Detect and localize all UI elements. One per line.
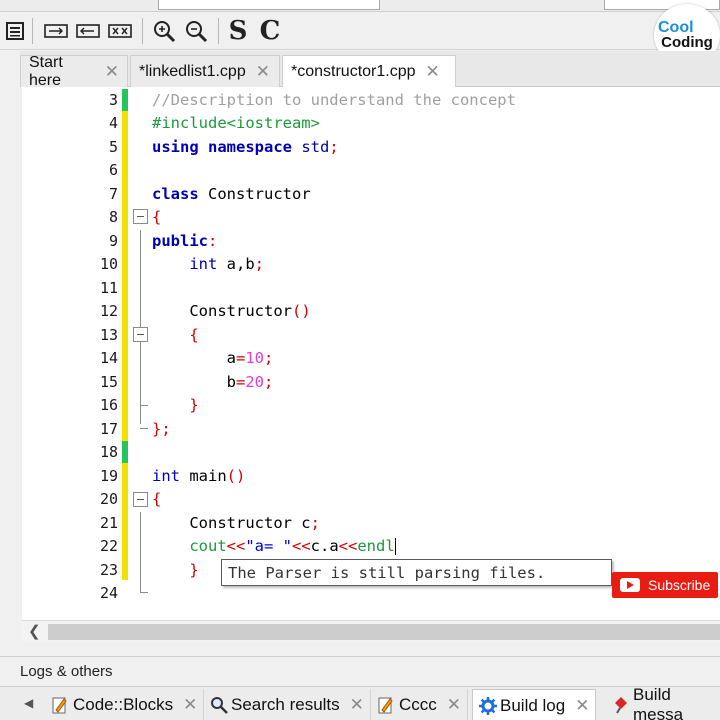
code-line-7: class Constructor [152,185,311,203]
unsaved-change-marker [122,463,128,580]
zoom-out-icon[interactable] [182,17,210,45]
fold-toggle-icon[interactable] [133,327,148,342]
logs-panel-title: Logs & others [0,656,720,684]
code-line-9: public: [152,232,218,250]
line-number: 19 [99,467,118,485]
line-number: 4 [108,114,118,132]
select-block-icon[interactable] [42,17,70,45]
editor-tab-bar: Start here ✕ *linkedlist1.cpp ✕ *constru… [20,51,720,89]
subscribe-label: Subscribe [648,577,711,593]
tab-search-results[interactable]: Search results ✕ [204,689,371,720]
tab-cccc[interactable]: Cccc ✕ [372,689,469,720]
select-left-icon[interactable] [74,17,102,45]
tab-build-log[interactable]: Build log ✕ [472,689,597,720]
saved-change-marker [122,89,128,111]
line-number: 23 [99,561,118,579]
line-number: 22 [99,537,118,555]
code-line-10: int a,b; [189,255,264,273]
close-icon[interactable]: ✕ [426,62,440,82]
line-number: 8 [108,208,118,226]
zoom-in-icon[interactable] [150,17,178,45]
select-both-icon[interactable] [106,17,134,45]
tab-constructor1[interactable]: *constructor1.cpp ✕ [282,55,456,88]
scroll-left-icon[interactable]: ❮ [28,622,41,640]
scrollbar-thumb[interactable] [48,624,720,640]
fold-toggle-icon[interactable] [133,492,148,507]
line-number: 9 [108,232,118,250]
gear-icon [479,696,497,715]
code-line-13: { [189,326,199,344]
toolbar-s-button[interactable]: S [226,16,250,46]
line-number: 18 [99,443,118,461]
close-icon[interactable]: ✕ [256,62,270,82]
youtube-play-icon [620,578,640,592]
code-line-12: Constructor() [189,302,311,320]
code-line-20: { [152,490,162,508]
toolbar: S C [0,12,720,50]
line-number: 21 [99,514,118,532]
line-number: 14 [99,349,118,367]
code-line-4: #include<iostream> [152,114,320,132]
close-icon[interactable]: ✕ [447,695,461,715]
line-number: 12 [99,302,118,320]
line-number: 5 [108,138,118,156]
line-number: 24 [99,584,118,602]
logo-line-2: Coding [661,34,713,51]
window-icon[interactable] [4,17,26,45]
code-line-8: { [152,208,162,226]
line-number: 17 [99,420,118,438]
close-icon[interactable]: ✕ [350,695,364,715]
code-line-15: b=20; [226,373,274,391]
line-number: 11 [99,279,118,297]
code-line-21: Constructor c; [189,514,320,532]
search-icon [210,696,228,714]
tab-label: Start here [29,53,63,89]
pencil-note-icon [378,696,394,714]
top-toolbar-strip [0,0,720,12]
line-number: 20 [99,490,118,508]
tab-start-here[interactable]: Start here ✕ [20,53,128,89]
line-number: 13 [99,326,118,344]
subscribe-button[interactable]: Subscribe [612,572,718,598]
left-panel-strip [0,51,20,651]
close-icon[interactable]: ✕ [183,695,197,715]
logo-line-1: Cool [658,19,694,36]
parser-status-tooltip: The Parser is still parsing files. [221,559,612,586]
code-line-19: int main() [152,467,246,485]
tab-label: *linkedlist1.cpp [139,62,246,80]
bottom-tab-bar: ◀ Code::Blocks ✕ Search results ✕ Cccc ✕… [0,685,720,720]
tab-label: *constructor1.cpp [291,63,416,80]
code-line-22: cout<<"a= "<<c.a<<endl [189,537,396,555]
code-line-17: }; [152,420,171,438]
saved-change-marker [122,441,128,463]
line-number: 15 [99,373,118,391]
tab-codeblocks-log[interactable]: Code::Blocks ✕ [46,689,205,720]
fold-toggle-icon[interactable] [133,209,148,224]
tab-scroll-left-icon[interactable]: ◀ [24,696,33,710]
line-number: 3 [108,91,118,109]
code-line-16: } [189,396,199,414]
tab-build-messages[interactable]: Build messa [606,685,720,720]
unsaved-change-marker [122,111,128,441]
horizontal-scrollbar[interactable]: ❮ [22,620,720,642]
pencil-note-icon [52,696,68,714]
line-number: 10 [99,255,118,273]
pin-icon [612,696,628,714]
text-cursor [394,538,396,555]
line-number: 7 [108,185,118,203]
line-number: 6 [108,161,118,179]
tab-linkedlist1[interactable]: *linkedlist1.cpp ✕ [130,55,280,87]
code-line-23: } [189,561,199,579]
code-line-14: a=10; [226,349,274,367]
line-number: 16 [99,396,118,414]
close-icon[interactable]: ✕ [575,696,589,716]
code-editor[interactable]: 3 4 5 6 7 8 9 10 11 12 13 14 15 16 17 18 19 20 21 22 23 24 //… [22,87,720,620]
code-line-3: //Description to understand the concept [152,91,516,109]
close-icon[interactable]: ✕ [105,62,119,82]
partial-combo-box[interactable] [158,0,380,10]
toolbar-c-button[interactable]: C [256,16,284,46]
code-line-5: using namespace std; [152,138,339,156]
